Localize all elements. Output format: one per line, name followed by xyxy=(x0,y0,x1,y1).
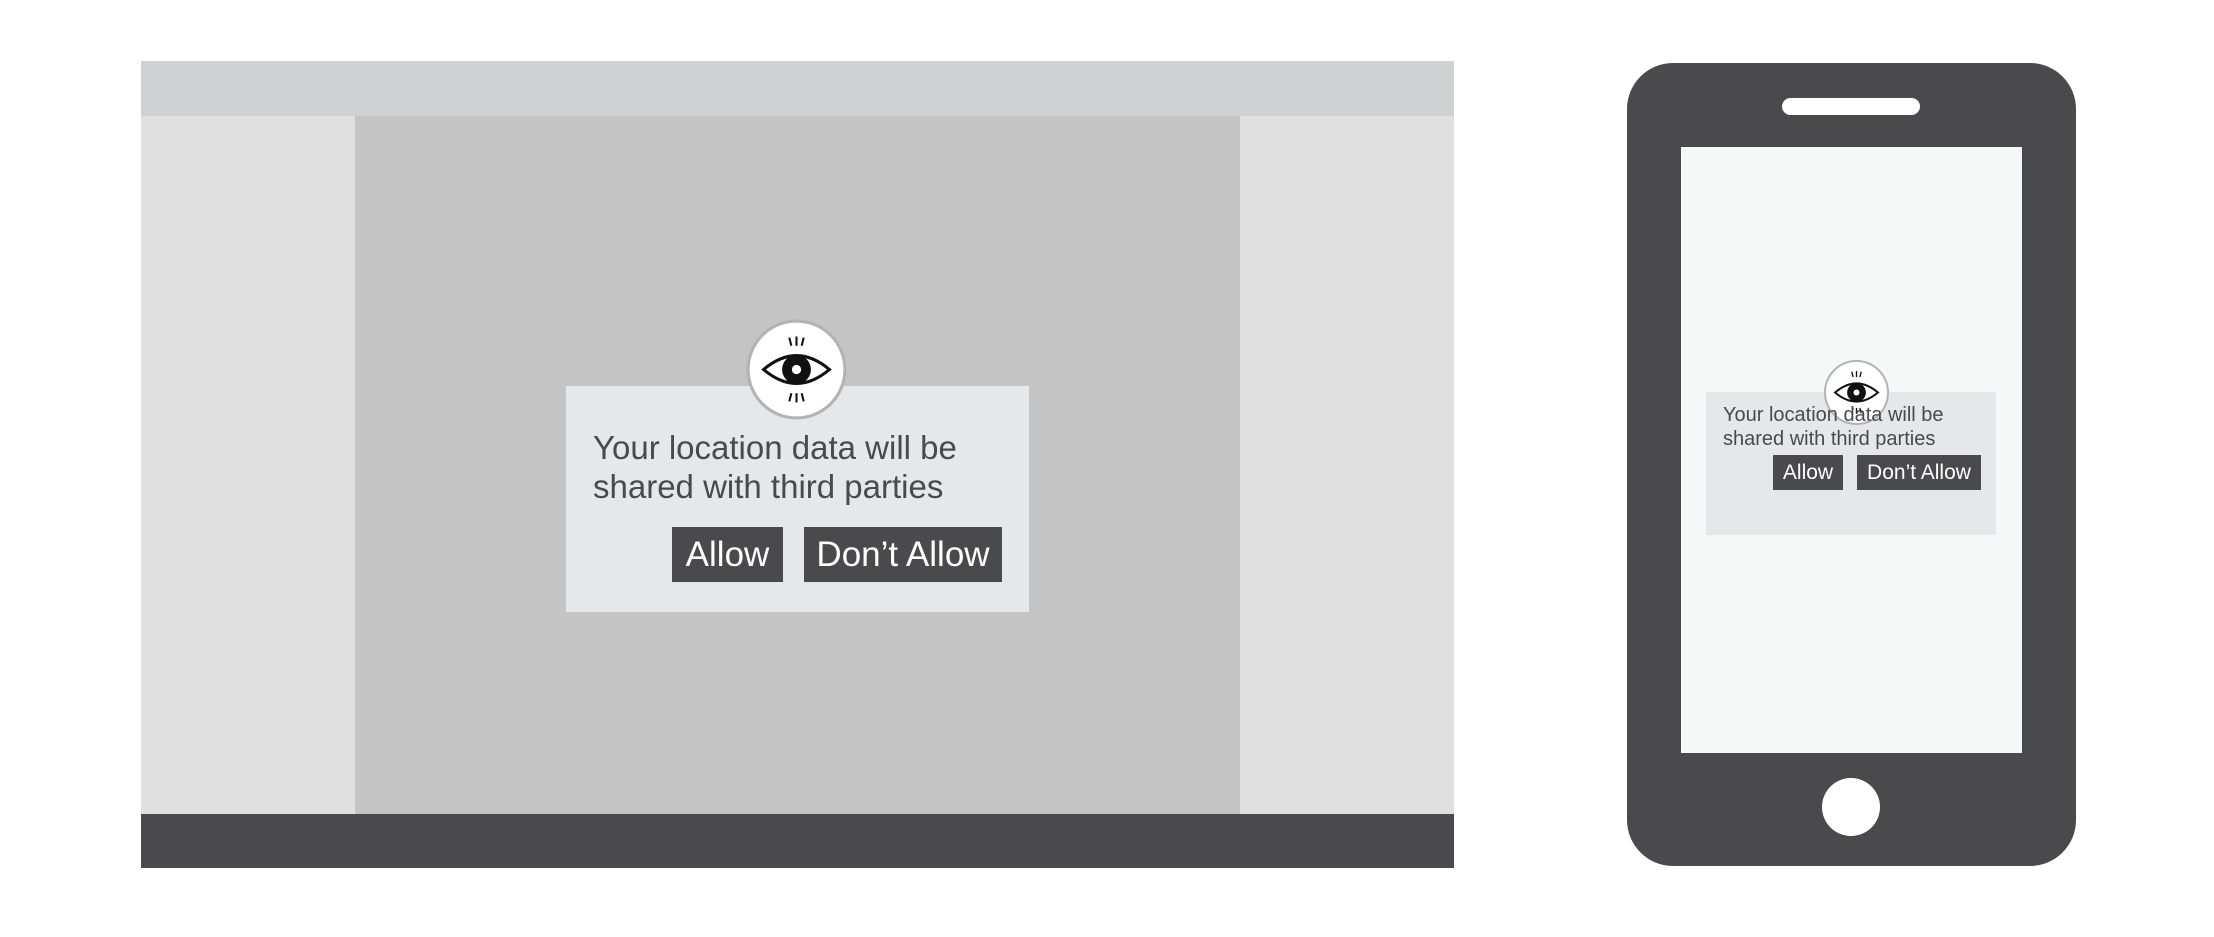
phone-mockup: Your location data will be shared with t… xyxy=(1627,63,2076,866)
eye-icon xyxy=(746,319,847,420)
desktop-mockup: Your location data will be shared with t… xyxy=(141,61,1454,868)
dialog-message-line-2: shared with third parties xyxy=(593,468,944,505)
right-sidebar xyxy=(1240,116,1454,814)
allow-button[interactable]: Allow xyxy=(672,527,783,582)
dialog-message-line-1: Your location data will be xyxy=(593,429,957,466)
phone-screen: Your location data will be shared with t… xyxy=(1681,147,2022,753)
dont-allow-button[interactable]: Don’t Allow xyxy=(804,527,1002,582)
phone-speaker xyxy=(1782,98,1920,115)
allow-button[interactable]: Allow xyxy=(1773,455,1843,490)
dialog-message-line-2: shared with third parties xyxy=(1723,428,1936,450)
dialog-message: Your location data will be shared with t… xyxy=(593,428,1013,506)
left-sidebar xyxy=(141,116,355,814)
home-button[interactable] xyxy=(1822,778,1880,836)
browser-top-bar xyxy=(141,61,1454,116)
dont-allow-button[interactable]: Don’t Allow xyxy=(1857,455,1981,490)
bottom-bar xyxy=(141,814,1454,868)
dialog-message: Your location data will be shared with t… xyxy=(1723,403,1993,451)
dialog-message-line-1: Your location data will be xyxy=(1723,404,1944,426)
